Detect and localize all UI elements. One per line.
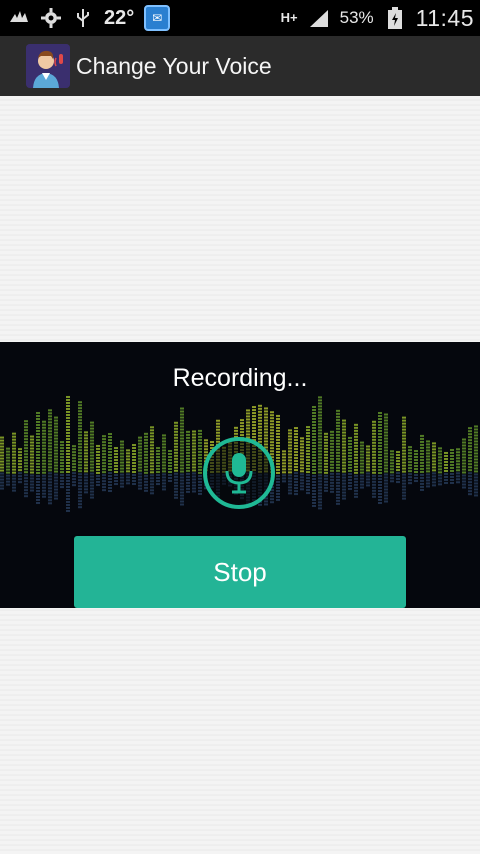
recording-status-text: Recording... bbox=[172, 364, 308, 392]
signal-icon bbox=[308, 7, 330, 29]
settings-gear-icon bbox=[40, 7, 62, 29]
status-bar: 22° ✉ H+ 53% 11:45 bbox=[0, 0, 480, 36]
app-title: Change Your Voice bbox=[76, 52, 272, 79]
network-type-text: H+ bbox=[280, 10, 298, 25]
microphone-button[interactable] bbox=[203, 437, 275, 509]
gesture-icon bbox=[8, 7, 30, 29]
clock-text: 11:45 bbox=[415, 4, 474, 31]
mail-icon: ✉ bbox=[144, 5, 171, 31]
battery-charging-icon bbox=[384, 7, 406, 29]
action-bar: Change Your Voice bbox=[0, 36, 480, 96]
status-bar-left: 22° ✉ bbox=[8, 5, 171, 31]
battery-percent-text: 53% bbox=[339, 8, 374, 27]
usb-icon bbox=[72, 7, 94, 29]
app-logo-icon[interactable] bbox=[26, 44, 70, 88]
microphone-icon bbox=[225, 453, 253, 494]
temperature-text: 22° bbox=[104, 6, 135, 29]
status-bar-right: H+ 53% 11:45 bbox=[281, 5, 474, 32]
recording-panel: Recording... Stop bbox=[0, 342, 480, 608]
stop-button[interactable]: Stop bbox=[74, 536, 406, 608]
